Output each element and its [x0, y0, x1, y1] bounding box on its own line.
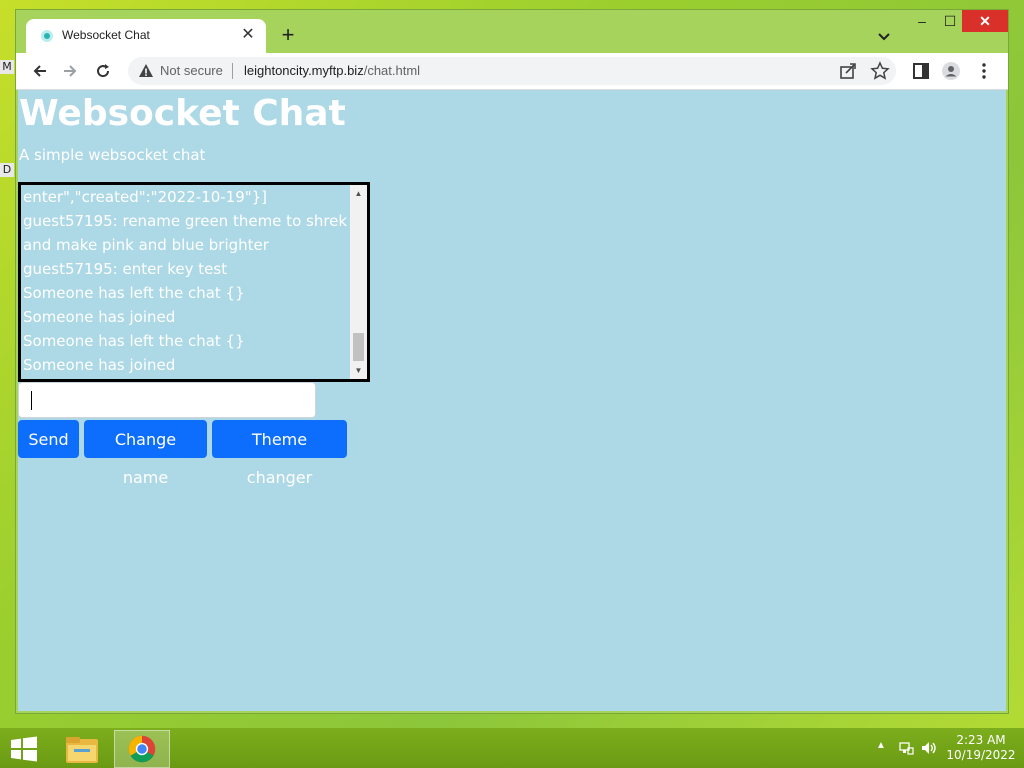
clock-date: 10/19/2022 [946, 748, 1016, 762]
chat-message: and make pink and blue brighter [23, 236, 269, 254]
scroll-up-arrow-icon[interactable]: ▲ [350, 185, 367, 202]
share-icon[interactable] [838, 61, 858, 81]
volume-icon[interactable] [920, 740, 938, 756]
chat-messages: enter","created":"2022-10-19"}] guest571… [23, 185, 348, 377]
kebab-menu-icon[interactable] [974, 61, 994, 81]
windows-start-icon[interactable] [10, 736, 38, 762]
text-caret [31, 391, 32, 410]
url-host: leightoncity.myftp.biz [244, 63, 364, 78]
chat-scrollbar[interactable]: ▲ ▼ [350, 185, 367, 379]
chat-message: guest57195: rename green theme to shrek [23, 212, 348, 230]
favicon-icon [41, 30, 53, 42]
file-explorer-icon[interactable] [54, 730, 110, 768]
url-text[interactable]: leightoncity.myftp.biz/chat.html [244, 63, 420, 78]
forward-arrow-icon[interactable] [60, 61, 80, 81]
chevron-down-icon[interactable] [874, 26, 894, 46]
chat-message: guest57195: enter key test [23, 260, 228, 278]
theme-changer-button[interactable]: Theme changer [212, 420, 347, 487]
browser-toolbar: Not secure leightoncity.myftp.biz/chat.h… [16, 53, 1008, 90]
back-arrow-icon[interactable] [30, 61, 50, 81]
close-window-button[interactable]: ✕ [962, 10, 1008, 32]
not-secure-label[interactable]: Not secure [160, 63, 223, 78]
system-clock[interactable]: 2:23 AM 10/19/2022 [946, 733, 1016, 763]
chat-message: Someone has joined [23, 308, 176, 326]
desktop-icon-hint: D [0, 163, 14, 177]
browser-window: Websocket Chat ✕ + – ☐ ✕ Not secure leig… [16, 10, 1008, 713]
chat-message: Someone has left the chat {} [23, 284, 245, 302]
scroll-down-arrow-icon[interactable]: ▼ [350, 362, 367, 379]
tray-overflow-icon[interactable]: ▲ [876, 740, 886, 751]
tab-strip: Websocket Chat ✕ + – ☐ ✕ [16, 10, 1008, 53]
chat-log[interactable]: enter","created":"2022-10-19"}] guest571… [18, 182, 370, 382]
reload-icon[interactable] [93, 61, 113, 81]
star-icon[interactable] [870, 61, 890, 81]
page-title: Websocket Chat [19, 93, 346, 134]
url-path: /chat.html [363, 63, 421, 78]
warning-icon[interactable] [138, 63, 154, 79]
desktop-icon-hint: M [0, 60, 14, 74]
taskbar: ▲ 2:23 AM 10/19/2022 [0, 728, 1024, 768]
network-icon[interactable] [898, 740, 914, 756]
message-input[interactable] [18, 382, 316, 418]
send-button[interactable]: Send [18, 420, 79, 458]
tab-title: Websocket Chat [62, 28, 150, 42]
scrollbar-thumb[interactable] [353, 333, 364, 361]
chrome-icon[interactable] [114, 730, 170, 768]
divider [232, 63, 233, 79]
page-content: Websocket Chat A simple websocket chat e… [18, 90, 1006, 711]
close-icon[interactable]: ✕ [238, 25, 258, 45]
clock-time: 2:23 AM [956, 733, 1006, 747]
change-name-button[interactable]: Change name [84, 420, 207, 487]
page-subtitle: A simple websocket chat [19, 146, 206, 164]
tab-websocket-chat[interactable]: Websocket Chat ✕ [26, 19, 266, 53]
chat-message: Someone has left the chat {} [23, 332, 245, 350]
new-tab-button[interactable]: + [276, 24, 300, 48]
address-bar[interactable]: Not secure leightoncity.myftp.biz/chat.h… [128, 57, 896, 85]
side-panel-icon[interactable] [911, 61, 931, 81]
chat-message: Someone has joined [23, 356, 176, 374]
profile-icon[interactable] [941, 61, 961, 81]
chat-message: enter","created":"2022-10-19"}] [23, 188, 268, 206]
